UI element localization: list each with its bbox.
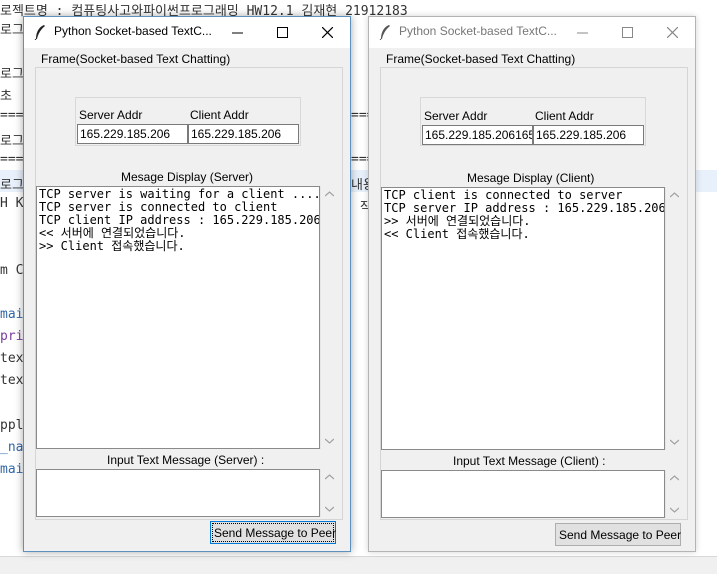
editor-bottom-bar [0, 556, 717, 574]
editor-code-fragment: m C [0, 263, 24, 278]
scroll-up-icon[interactable] [325, 191, 334, 197]
message-display-label: Mesage Display (Server) [121, 170, 254, 184]
scroll-down-icon[interactable] [670, 507, 679, 513]
editor-code-fragment: tex [0, 351, 24, 366]
editor-code-fragment: tex [0, 373, 24, 388]
close-icon [322, 27, 333, 38]
scroll-up-icon[interactable] [670, 475, 679, 481]
editor-code-fragment: 로그 [0, 67, 24, 82]
send-message-button[interactable]: Send Message to Peer [210, 521, 336, 544]
server-addr-label: Server Addr [424, 109, 488, 123]
maximize-icon [622, 27, 633, 38]
close-icon [667, 27, 678, 38]
scroll-down-icon[interactable] [325, 438, 334, 444]
editor-code-fragment: 로그 [0, 23, 24, 38]
scroll-up-icon[interactable] [670, 192, 679, 198]
client-addr-label: Client Addr [190, 108, 249, 122]
feather-icon [379, 25, 390, 40]
editor-code-fragment: === [0, 152, 24, 167]
client-chat-window: Python Socket-based TextC... Frame(Socke… [368, 16, 696, 552]
scroll-up-icon[interactable] [325, 474, 334, 480]
input-message-scrollbar[interactable] [320, 469, 338, 517]
maximize-button[interactable] [605, 17, 650, 48]
message-display-label: Mesage Display (Client) [467, 171, 595, 185]
client-addr-input[interactable]: 165.229.185.206 [188, 124, 299, 144]
editor-code-fragment: mai [0, 307, 24, 322]
input-message-label: Input Text Message (Client) : [453, 454, 606, 468]
server-chat-window: Python Socket-based TextC... Frame(Socke… [23, 16, 351, 552]
editor-code-fragment: mai [0, 462, 24, 477]
server-addr-label: Server Addr [79, 108, 143, 122]
editor-code-fragment: _na [0, 440, 24, 455]
editor-code-fragment: 초 [0, 89, 12, 104]
title-bar[interactable]: Python Socket-based TextC... [369, 17, 695, 48]
scroll-down-icon[interactable] [670, 439, 679, 445]
editor-code-fragment: 로그 [0, 178, 24, 193]
editor-code-fragment: 로그 [0, 134, 24, 149]
input-message-label: Input Text Message (Server) : [107, 453, 265, 467]
send-message-button[interactable]: Send Message to Peer [555, 523, 681, 546]
minimize-icon [232, 32, 243, 34]
input-message-field[interactable] [36, 469, 320, 517]
close-button[interactable] [305, 17, 350, 48]
client-addr-input[interactable]: 165.229.185.206 [533, 125, 644, 145]
input-message-scrollbar[interactable] [665, 470, 683, 518]
message-display-text[interactable]: TCP client is connected to server TCP se… [381, 187, 665, 450]
server-addr-input[interactable]: 165.229.185.206165 [422, 125, 533, 145]
minimize-button[interactable] [215, 17, 260, 48]
message-display-text[interactable]: TCP server is waiting for a client .... … [36, 186, 320, 449]
message-display-content: TCP server is waiting for a client .... … [39, 187, 320, 253]
message-display-content: TCP client is connected to server TCP se… [384, 188, 665, 241]
window-title: Python Socket-based TextC... [399, 24, 557, 38]
minimize-icon [577, 32, 588, 34]
input-message-field[interactable] [381, 470, 665, 518]
frame-title: Frame(Socket-based Text Chatting) [40, 52, 232, 66]
message-display-scrollbar[interactable] [665, 187, 683, 450]
editor-code-fragment: pri [0, 329, 24, 344]
feather-icon [34, 25, 45, 40]
frame-title: Frame(Socket-based Text Chatting) [385, 52, 577, 66]
minimize-button[interactable] [560, 17, 605, 48]
maximize-icon [277, 27, 288, 38]
window-title: Python Socket-based TextC... [54, 24, 212, 38]
editor-code-fragment: === [0, 108, 24, 123]
maximize-button[interactable] [260, 17, 305, 48]
close-button[interactable] [650, 17, 695, 48]
title-bar[interactable]: Python Socket-based TextC... [24, 17, 350, 48]
client-addr-label: Client Addr [535, 109, 594, 123]
server-addr-input[interactable]: 165.229.185.206 [77, 124, 188, 144]
message-display-scrollbar[interactable] [320, 186, 338, 449]
scroll-down-icon[interactable] [325, 506, 334, 512]
editor-code-fragment: H K [0, 196, 24, 211]
